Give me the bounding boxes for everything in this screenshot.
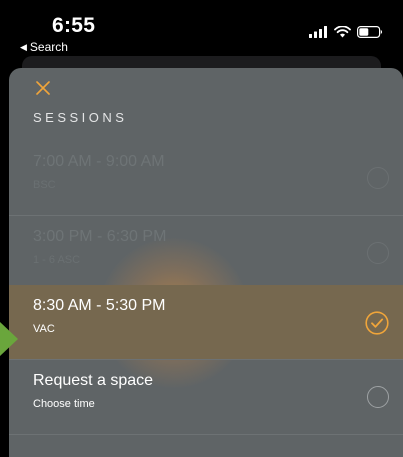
wifi-icon xyxy=(334,26,351,38)
radio-icon xyxy=(367,167,389,189)
back-to-search-button[interactable]: ◀ Search xyxy=(20,40,68,54)
status-time: 6:55 xyxy=(52,14,96,37)
close-icon xyxy=(36,81,50,95)
back-label: Search xyxy=(29,40,68,54)
session-code: 1 - 6 ASC xyxy=(33,254,81,266)
back-caret-icon: ◀ xyxy=(20,41,27,52)
status-icons xyxy=(309,26,383,38)
request-space-subtitle: Choose time xyxy=(33,398,95,410)
battery-icon xyxy=(357,26,383,38)
checkmark-circle-icon xyxy=(365,311,389,335)
request-space-row[interactable]: Request a space Choose time xyxy=(9,360,403,435)
radio-icon xyxy=(367,386,389,408)
app-screen: 6:55 ◀ Search SESSIONS 7:00 AM - 9:00 AM… xyxy=(0,0,403,457)
radio-icon xyxy=(367,242,389,264)
session-time: 8:30 AM - 5:30 PM xyxy=(33,297,166,314)
session-row-2[interactable]: 3:00 PM - 6:30 PM 1 - 6 ASC xyxy=(9,216,403,291)
session-row-1[interactable]: 7:00 AM - 9:00 AM BSC xyxy=(9,141,403,216)
request-space-title: Request a space xyxy=(33,372,154,389)
session-time: 3:00 PM - 6:30 PM xyxy=(33,228,167,245)
sessions-sheet: SESSIONS 7:00 AM - 9:00 AM BSC 3:00 PM -… xyxy=(9,68,403,457)
sessions-heading: SESSIONS xyxy=(33,110,128,125)
arrow-icon xyxy=(0,322,18,356)
session-row-3[interactable]: 8:30 AM - 5:30 PM VAC xyxy=(9,285,403,360)
session-code: BSC xyxy=(33,179,56,191)
close-button[interactable] xyxy=(31,76,55,100)
signal-icon xyxy=(309,26,327,38)
status-bar: 6:55 ◀ Search xyxy=(0,0,403,62)
session-code: VAC xyxy=(33,323,55,335)
session-time: 7:00 AM - 9:00 AM xyxy=(33,153,165,170)
